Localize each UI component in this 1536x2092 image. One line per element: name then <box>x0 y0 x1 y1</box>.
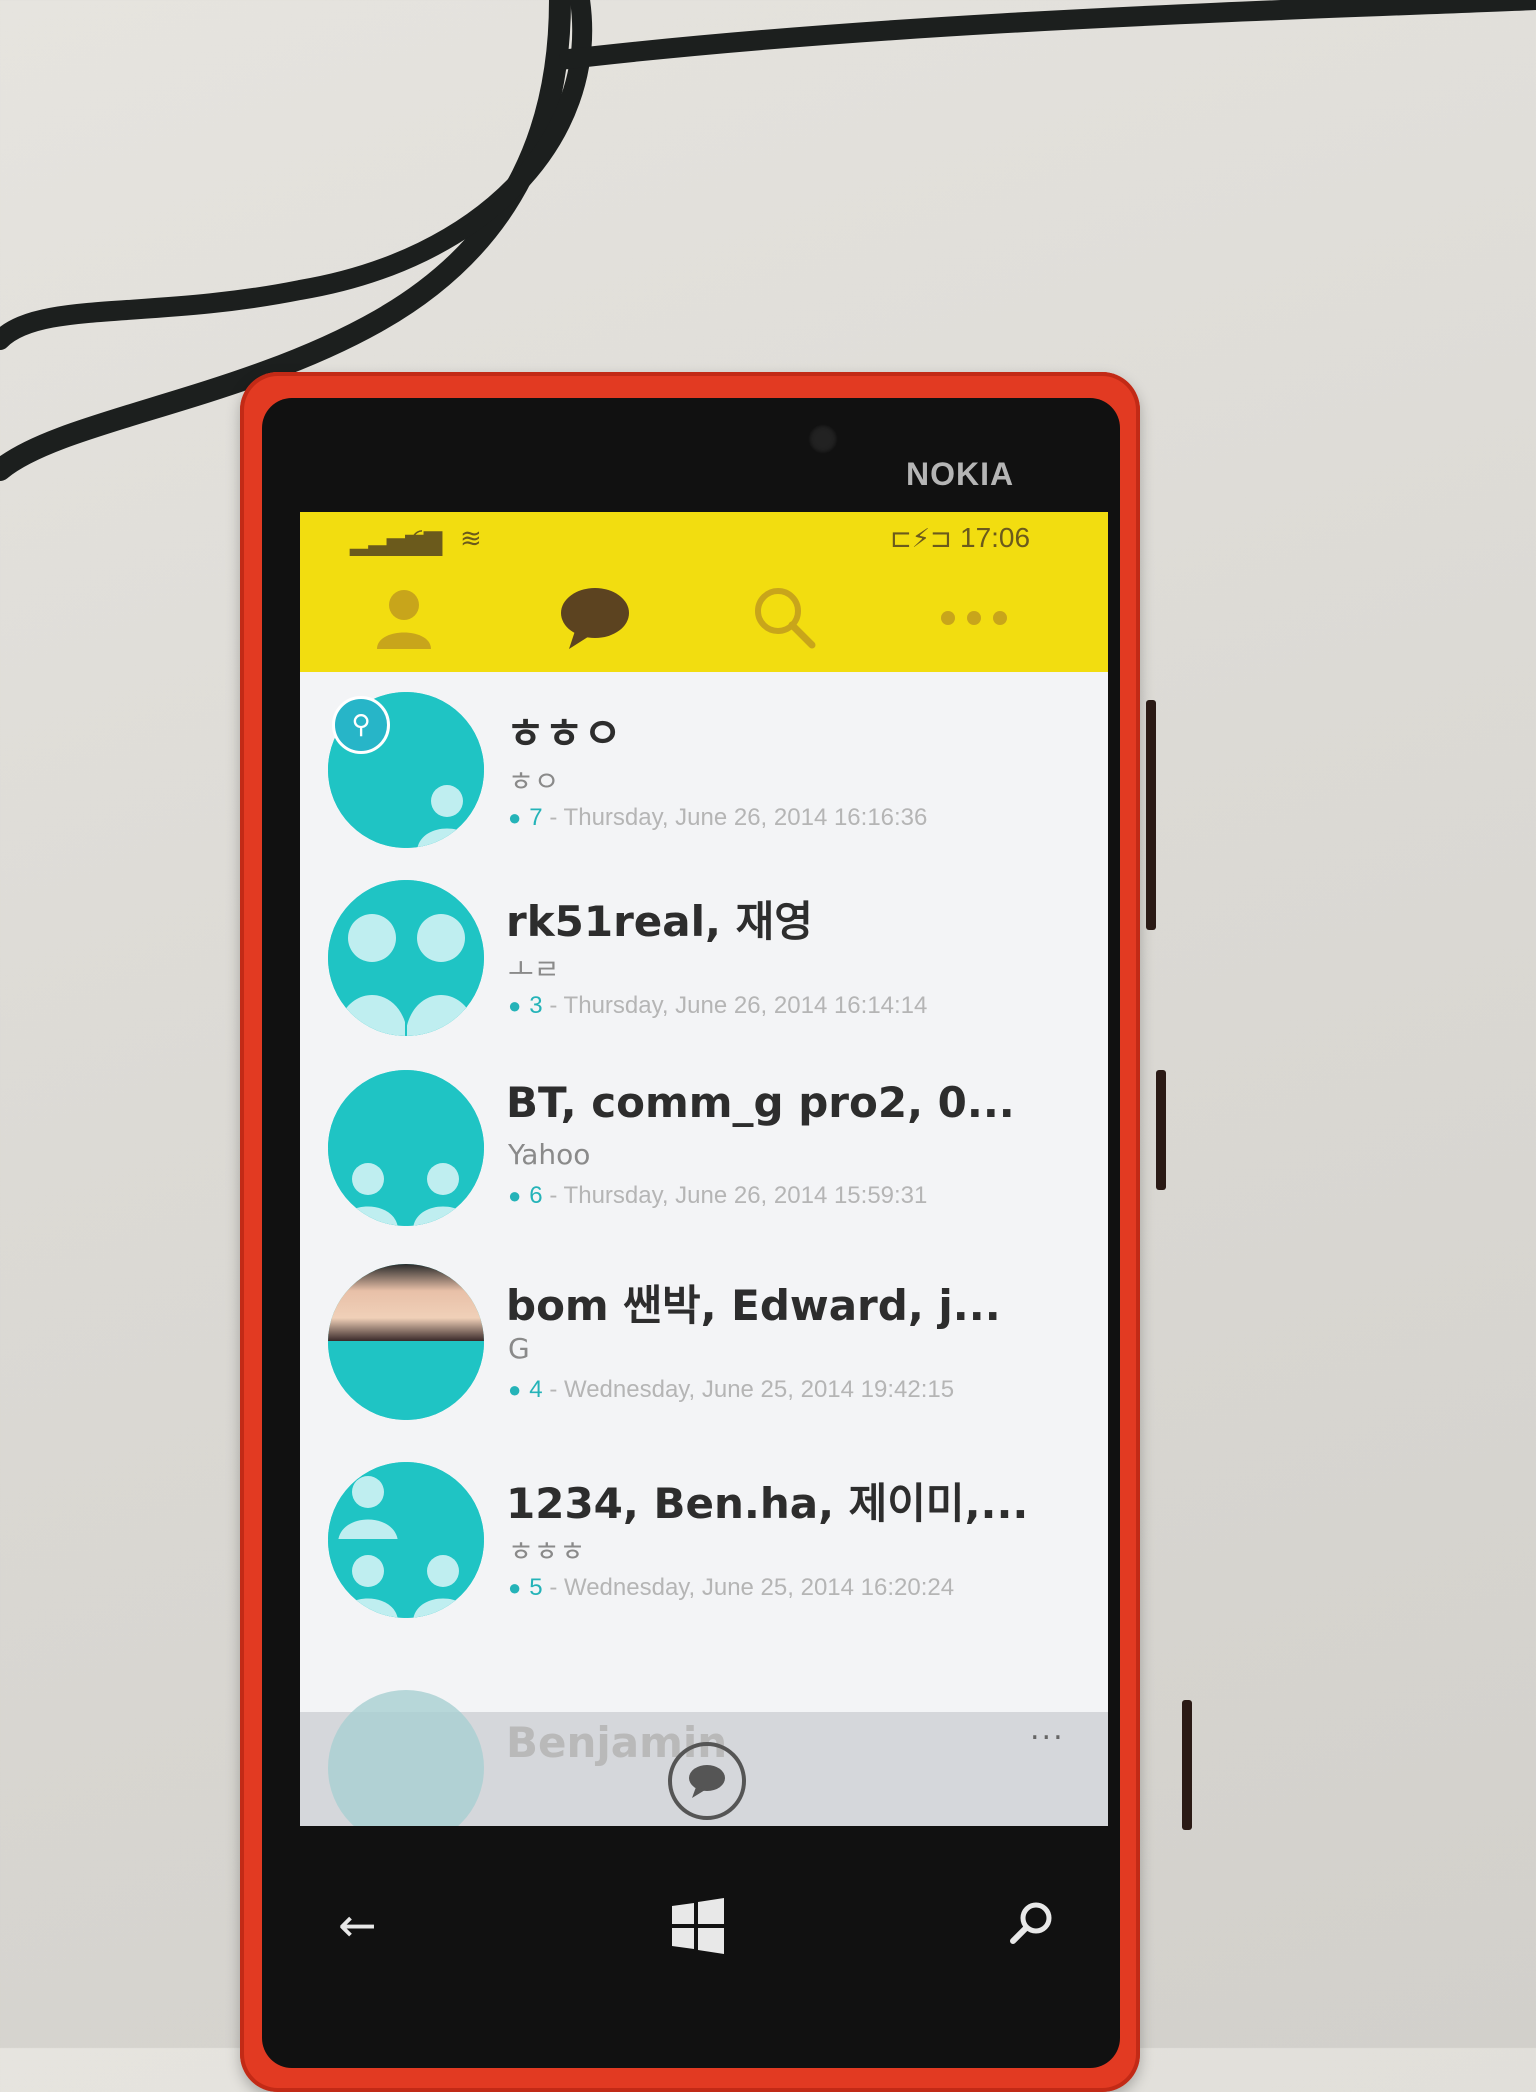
members-icon: ● <box>508 1183 522 1208</box>
chat-meta: ● 3 - Thursday, June 26, 2014 16:14:14 <box>508 992 927 1020</box>
chat-meta: ● 7 - Thursday, June 26, 2014 16:16:36 <box>508 804 927 832</box>
chat-preview: G <box>508 1332 530 1365</box>
group-avatar <box>328 1462 484 1618</box>
chat-title: BT, comm_g pro2, 0... <box>506 1078 1015 1127</box>
back-key-icon[interactable]: ← <box>338 1898 377 1952</box>
tab-more[interactable] <box>914 564 1034 672</box>
chat-preview: ㅎㅎㅎ <box>508 1535 586 1568</box>
wifi-icon: ◜ <box>412 524 423 554</box>
member-photo <box>328 1070 405 1147</box>
members-icon: ● <box>508 1575 522 1600</box>
peek-chat-avatar <box>328 1690 484 1826</box>
chat-title: ㅎㅎㅇ <box>506 709 622 758</box>
camera-button[interactable] <box>1182 1700 1192 1830</box>
chat-timestamp: - Thursday, June 26, 2014 15:59:31 <box>549 1182 928 1209</box>
member-count: 7 <box>529 804 543 831</box>
status-time: 17:06 <box>960 522 1031 553</box>
status-bar: ▂▃▅▆▇ ◜ ≋ ⊏⚡⊐ 17:06 <box>300 512 1108 564</box>
member-photo <box>328 771 405 848</box>
chat-meta: ● 5 - Wednesday, June 25, 2014 16:20:24 <box>508 1574 954 1602</box>
new-chat-icon <box>689 1765 725 1798</box>
person-icon <box>377 590 431 649</box>
search-key-icon[interactable] <box>1008 1898 1056 1957</box>
front-camera <box>808 424 838 454</box>
member-count: 6 <box>529 1182 543 1209</box>
member-photo <box>407 1462 484 1539</box>
group-avatar <box>328 880 484 1036</box>
chat-timestamp: - Wednesday, June 25, 2014 19:42:15 <box>549 1376 955 1403</box>
brand-logo: NOKIA <box>906 456 1015 492</box>
members-icon: ● <box>508 805 522 830</box>
tab-search[interactable] <box>725 564 845 672</box>
chat-timestamp: - Wednesday, June 25, 2014 16:20:24 <box>549 1574 955 1601</box>
chat-row[interactable]: BT, comm_g pro2, 0... Yahoo ● 6 - Thursda… <box>300 1050 1108 1240</box>
vibrate-icon: ≋ <box>460 524 482 554</box>
chat-row[interactable]: bom 쌘박, Edward, j... G ● 4 - Wednesday, J… <box>300 1244 1108 1434</box>
chat-meta: ● 4 - Wednesday, June 25, 2014 19:42:15 <box>508 1376 954 1404</box>
chat-meta: ● 6 - Thursday, June 26, 2014 15:59:31 <box>508 1182 927 1210</box>
group-avatar <box>328 1264 484 1420</box>
members-icon: ● <box>508 993 522 1018</box>
default-profile-icon <box>407 771 484 848</box>
chat-title: 1234, Ben.ha, 제이미,... <box>506 1479 1029 1528</box>
chat-title: bom 쌘박, Edward, j... <box>506 1281 1001 1330</box>
chat-title: rk51real, 재영 <box>506 897 813 946</box>
battery-charging-icon: ⊏⚡⊐ <box>890 524 952 554</box>
chat-timestamp: - Thursday, June 26, 2014 16:14:14 <box>549 992 928 1019</box>
chat-bubble-icon <box>561 588 629 649</box>
screen: ▂▃▅▆▇ ◜ ≋ ⊏⚡⊐ 17:06 ⚲ ㅎㅎㅇ ㅎㅇ ● 7 - Thurs… <box>300 512 1108 1826</box>
default-profile-icon <box>407 1149 484 1226</box>
default-profile-icon <box>328 1149 405 1226</box>
member-photo <box>328 1343 405 1420</box>
chat-preview: ㅎㅇ <box>508 765 560 798</box>
tab-chats[interactable] <box>535 564 655 672</box>
default-profile-icon <box>328 1462 405 1542</box>
member-count: 4 <box>529 1376 543 1403</box>
group-avatar <box>328 1070 484 1226</box>
chat-preview: ㅗㄹ <box>508 953 560 986</box>
member-photo <box>328 1264 484 1341</box>
member-photo <box>407 692 484 769</box>
default-profile-icon <box>328 880 408 1036</box>
tab-friends[interactable] <box>344 564 464 672</box>
app-bar: Benjamin ... <box>300 1690 1108 1826</box>
new-chat-button[interactable] <box>668 1742 746 1820</box>
pin-icon: ⚲ <box>332 696 390 754</box>
power-button[interactable] <box>1156 1070 1166 1190</box>
chat-row[interactable]: ⚲ ㅎㅎㅇ ㅎㅇ ● 7 - Thursday, June 26, 2014 16… <box>300 672 1108 862</box>
member-photo <box>407 1070 484 1147</box>
search-icon <box>755 588 816 649</box>
tab-bar <box>300 564 1108 672</box>
chat-row[interactable]: 1234, Ben.ha, 제이미,... ㅎㅎㅎ ● 5 - Wednesday… <box>300 1442 1108 1632</box>
default-profile-icon <box>407 1541 484 1618</box>
chat-preview: Yahoo <box>508 1138 591 1171</box>
signal-strength-icon: ▂▃▅▆▇ <box>350 528 443 556</box>
default-profile-icon <box>328 1541 405 1618</box>
volume-button[interactable] <box>1146 700 1156 930</box>
chat-timestamp: - Thursday, June 26, 2014 16:16:36 <box>549 804 928 831</box>
app-bar-more-button[interactable]: ... <box>1030 1712 1065 1747</box>
member-count: 5 <box>529 1574 543 1601</box>
default-profile-icon <box>405 880 484 1036</box>
member-photo <box>407 1343 484 1420</box>
more-dots-icon <box>941 611 1007 625</box>
windows-start-key-icon[interactable] <box>670 1898 726 1965</box>
chat-row[interactable]: rk51real, 재영 ㅗㄹ ● 3 - Thursday, June 26, … <box>300 860 1108 1050</box>
member-count: 3 <box>529 992 543 1019</box>
members-icon: ● <box>508 1377 522 1402</box>
